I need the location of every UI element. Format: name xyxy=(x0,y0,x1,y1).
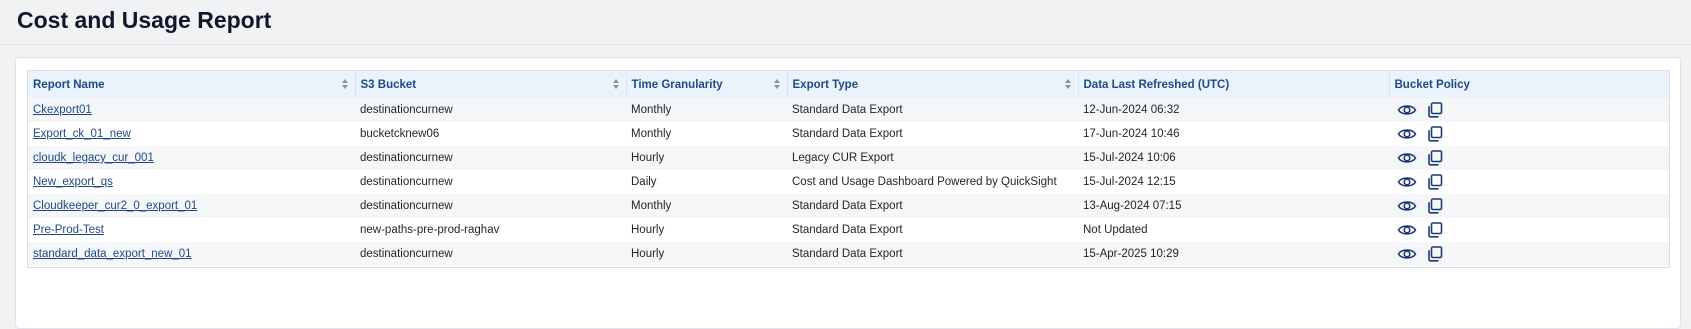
column-header-s3-bucket[interactable]: S3 Bucket xyxy=(355,71,627,98)
time-granularity-cell: Hourly xyxy=(631,152,665,164)
sort-icon[interactable] xyxy=(341,79,349,90)
bucket-policy-cell xyxy=(1389,98,1669,122)
table-row: Export_ck_01_new bucketcknew06 Monthly S… xyxy=(28,122,1669,146)
copy-icon[interactable] xyxy=(1426,102,1446,118)
last-refreshed-cell: Not Updated xyxy=(1083,224,1148,236)
s3-bucket-cell: destinationcurnew xyxy=(360,104,453,116)
s3-bucket-cell: new-paths-pre-prod-raghav xyxy=(360,224,500,236)
time-granularity-cell: Monthly xyxy=(631,104,672,116)
table-row: Ckexport01 destinationcurnew Monthly Sta… xyxy=(28,98,1669,122)
eye-icon[interactable] xyxy=(1397,246,1417,262)
bucket-policy-cell xyxy=(1389,170,1669,194)
table-row: New_export_qs destinationcurnew Daily Co… xyxy=(28,170,1669,194)
column-header-bucket-policy: Bucket Policy xyxy=(1394,78,1470,91)
s3-bucket-cell: destinationcurnew xyxy=(360,200,453,212)
eye-icon[interactable] xyxy=(1397,198,1417,214)
time-granularity-cell: Hourly xyxy=(631,248,665,260)
column-header-export-type[interactable]: Export Type xyxy=(787,71,1079,98)
column-header-report-name[interactable]: Report Name xyxy=(28,71,356,98)
report-name-link[interactable]: New_export_qs xyxy=(33,176,113,188)
bucket-policy-cell xyxy=(1389,218,1669,242)
page-title: Cost and Usage Report xyxy=(17,7,272,33)
column-header-data-last-refreshed: Data Last Refreshed (UTC) xyxy=(1078,71,1390,98)
export-type-cell: Standard Data Export xyxy=(792,200,903,212)
report-name-link[interactable]: cloudk_legacy_cur_001 xyxy=(33,152,154,164)
report-table: Report Name S3 Bucket Time Granularity E… xyxy=(28,71,1669,266)
export-type-cell: Standard Data Export xyxy=(792,104,903,116)
table-header-row: Report Name S3 Bucket Time Granularity E… xyxy=(28,71,1669,98)
last-refreshed-cell: 17-Jun-2024 10:46 xyxy=(1083,128,1180,140)
s3-bucket-cell: destinationcurnew xyxy=(360,152,453,164)
time-granularity-cell: Daily xyxy=(631,176,657,188)
bucket-policy-cell xyxy=(1389,122,1669,146)
export-type-cell: Standard Data Export xyxy=(792,128,903,140)
eye-icon[interactable] xyxy=(1397,126,1417,142)
copy-icon[interactable] xyxy=(1426,246,1446,262)
table-row: Pre-Prod-Test new-paths-pre-prod-raghav … xyxy=(28,218,1669,242)
report-card: Report Name S3 Bucket Time Granularity E… xyxy=(15,57,1681,329)
copy-icon[interactable] xyxy=(1426,198,1446,214)
report-name-link[interactable]: Ckexport01 xyxy=(33,104,92,116)
last-refreshed-cell: 15-Jul-2024 12:15 xyxy=(1083,176,1176,188)
copy-icon[interactable] xyxy=(1426,150,1446,166)
table-row: standard_data_export_new_01 destinationc… xyxy=(28,242,1669,266)
sort-icon[interactable] xyxy=(773,79,781,90)
s3-bucket-cell: destinationcurnew xyxy=(360,176,453,188)
report-name-link[interactable]: Cloudkeeper_cur2_0_export_01 xyxy=(33,200,197,212)
last-refreshed-cell: 13-Aug-2024 07:15 xyxy=(1083,200,1182,212)
time-granularity-cell: Monthly xyxy=(631,200,672,212)
table-row: cloudk_legacy_cur_001 destinationcurnew … xyxy=(28,146,1669,170)
table-row: Cloudkeeper_cur2_0_export_01 destination… xyxy=(28,194,1669,218)
last-refreshed-cell: 12-Jun-2024 06:32 xyxy=(1083,104,1180,116)
page-header: Cost and Usage Report xyxy=(0,0,1691,45)
report-name-link[interactable]: Export_ck_01_new xyxy=(33,128,131,140)
copy-icon[interactable] xyxy=(1426,174,1446,190)
bucket-policy-cell xyxy=(1389,242,1669,266)
copy-icon[interactable] xyxy=(1426,222,1446,238)
copy-icon[interactable] xyxy=(1426,126,1446,142)
sort-icon[interactable] xyxy=(1064,79,1072,90)
report-name-link[interactable]: Pre-Prod-Test xyxy=(33,224,104,236)
eye-icon[interactable] xyxy=(1397,174,1417,190)
eye-icon[interactable] xyxy=(1397,102,1417,118)
export-type-cell: Standard Data Export xyxy=(792,224,903,236)
last-refreshed-cell: 15-Jul-2024 10:06 xyxy=(1083,152,1176,164)
sort-icon[interactable] xyxy=(612,79,620,90)
eye-icon[interactable] xyxy=(1397,150,1417,166)
export-type-cell: Standard Data Export xyxy=(792,248,903,260)
export-type-cell: Cost and Usage Dashboard Powered by Quic… xyxy=(792,176,1057,188)
s3-bucket-cell: destinationcurnew xyxy=(360,248,453,260)
eye-icon[interactable] xyxy=(1397,222,1417,238)
s3-bucket-cell: bucketcknew06 xyxy=(360,128,440,140)
last-refreshed-cell: 15-Apr-2025 10:29 xyxy=(1083,248,1179,260)
bucket-policy-cell xyxy=(1389,194,1669,218)
column-header-time-granularity[interactable]: Time Granularity xyxy=(626,71,788,98)
bucket-policy-cell xyxy=(1389,146,1669,170)
time-granularity-cell: Hourly xyxy=(631,224,665,236)
report-name-link[interactable]: standard_data_export_new_01 xyxy=(33,248,192,260)
export-type-cell: Legacy CUR Export xyxy=(792,152,894,164)
report-table-container: Report Name S3 Bucket Time Granularity E… xyxy=(27,70,1670,268)
time-granularity-cell: Monthly xyxy=(631,128,672,140)
